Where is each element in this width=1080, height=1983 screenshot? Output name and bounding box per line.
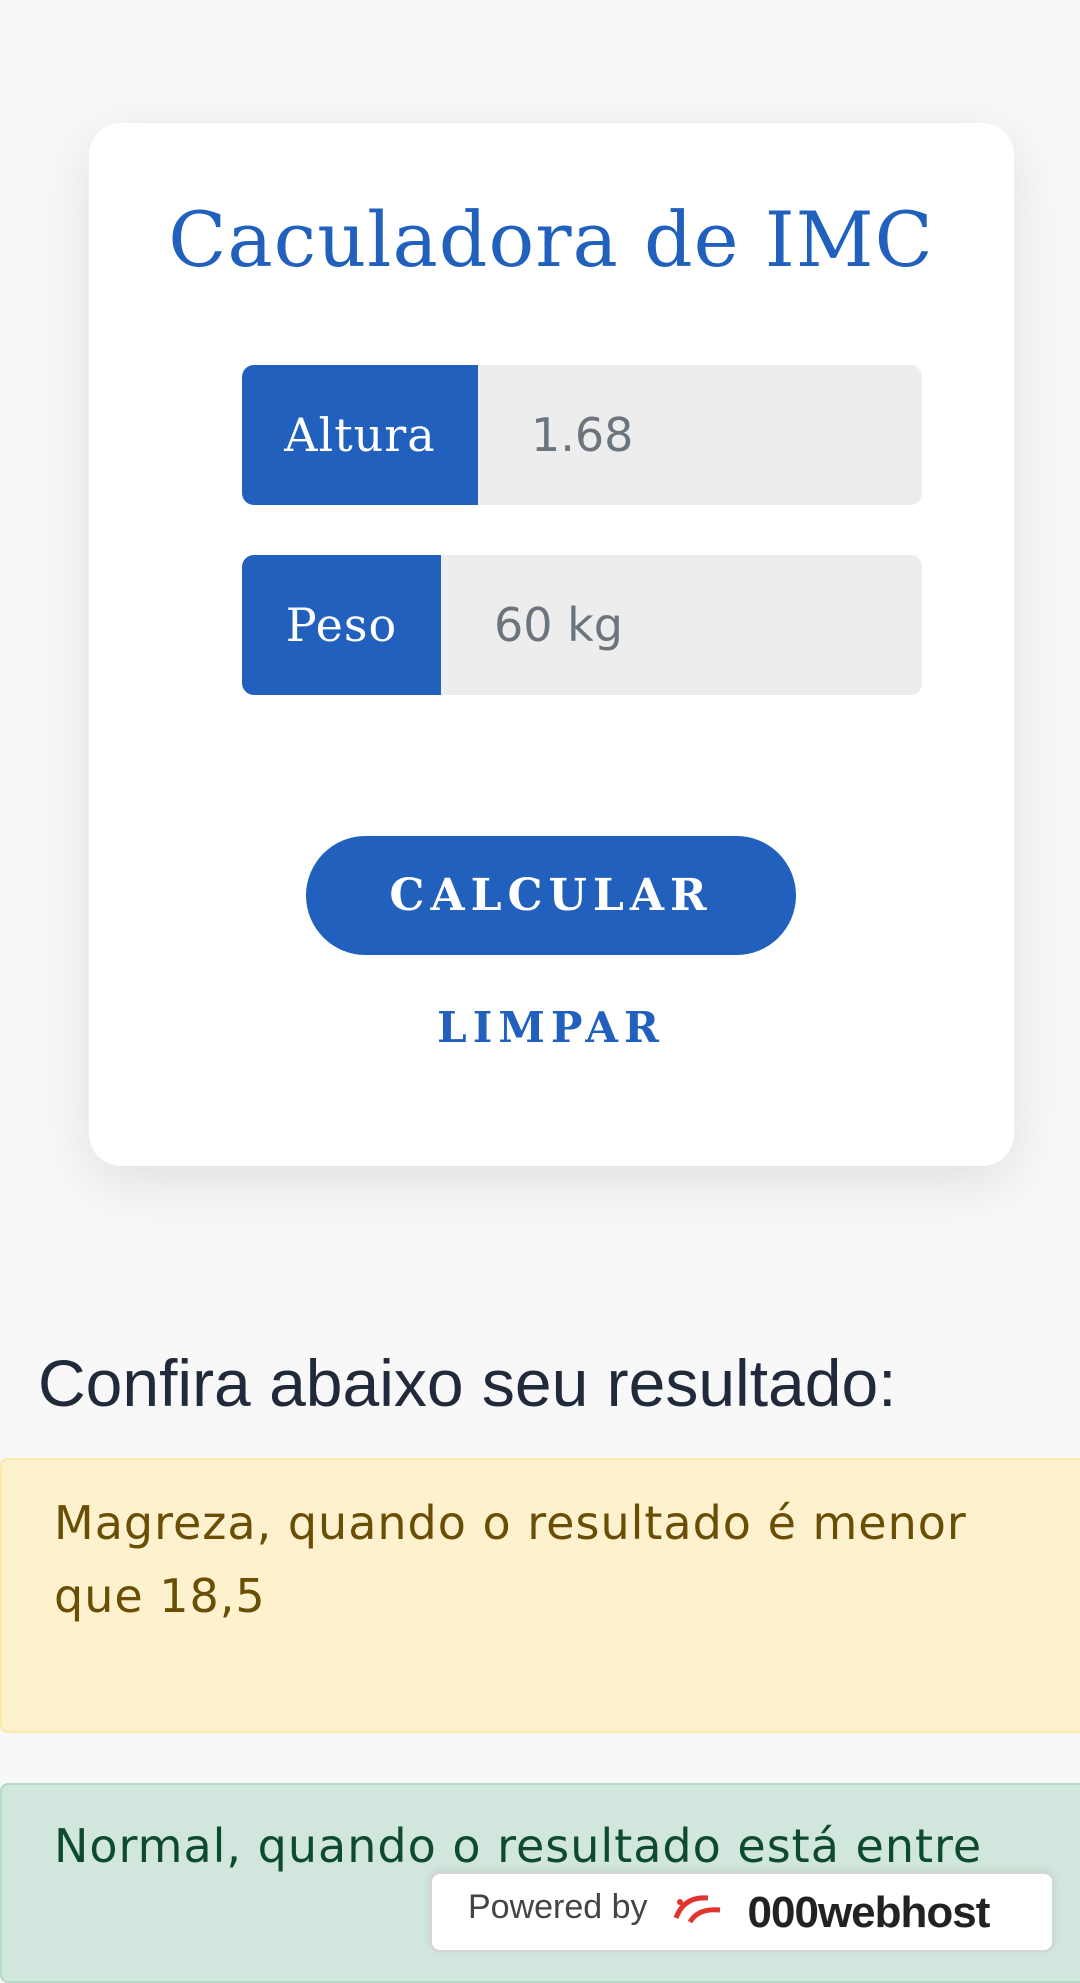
clear-button[interactable]: LIMPAR (306, 990, 796, 1064)
hosting-badge[interactable]: Powered by 000webhost (430, 1872, 1054, 1952)
weight-label: Peso (242, 555, 441, 695)
badge-brand: 000webhost (747, 1888, 991, 1937)
height-label: Altura (242, 365, 478, 505)
badge-prefix: Powered by (468, 1888, 648, 1926)
results-heading: Confira abaixo seu resultado: (38, 1346, 897, 1420)
000webhost-logo-icon (668, 1888, 728, 1928)
calculate-button[interactable]: CALCULAR (306, 836, 796, 955)
height-input[interactable]: 1.68 (478, 365, 922, 505)
calculator-title: Caculadora de IMC (168, 195, 934, 284)
result-underweight: Magreza, quando o resultado é menor que … (0, 1458, 1080, 1733)
weight-input-group: Peso 60 kg (242, 555, 922, 695)
height-input-group: Altura 1.68 (242, 365, 922, 505)
weight-input[interactable]: 60 kg (441, 555, 922, 695)
page: { "calculator": { "title": "Caculadora d… (0, 0, 1080, 1983)
